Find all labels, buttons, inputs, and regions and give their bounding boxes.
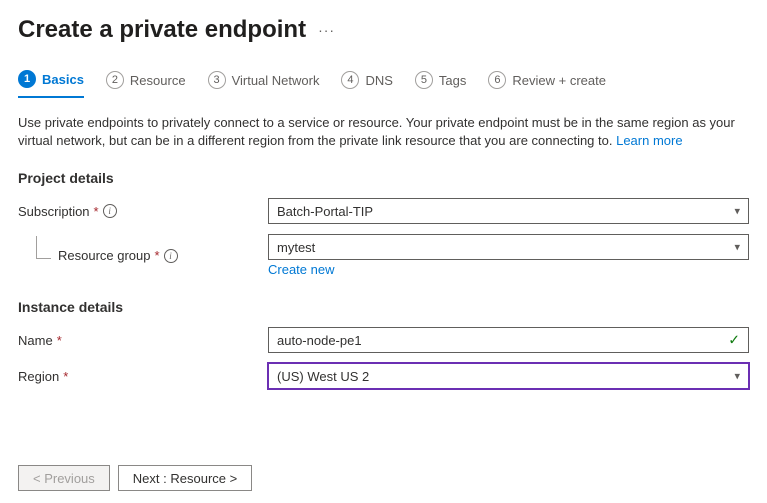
label-text: Subscription (18, 204, 90, 219)
region-select[interactable]: (US) West US 2 ▾ (268, 363, 749, 389)
label-text: Region (18, 369, 59, 384)
name-label: Name * (18, 333, 268, 348)
required-asterisk: * (155, 248, 160, 263)
resource-group-row: Resource group * i mytest ▾ Create new (18, 234, 749, 277)
tab-dns[interactable]: 4 DNS (341, 67, 392, 97)
project-details-section: Project details Subscription * i Batch-P… (18, 170, 749, 277)
tab-label: Basics (42, 72, 84, 87)
learn-more-link[interactable]: Learn more (616, 133, 682, 148)
region-label: Region * (18, 369, 268, 384)
tab-label: Resource (130, 73, 186, 88)
name-input[interactable]: auto-node-pe1 ✓ (268, 327, 749, 353)
create-new-link[interactable]: Create new (268, 262, 334, 277)
chevron-down-icon: ▾ (734, 205, 740, 218)
select-value: mytest (277, 240, 315, 255)
tab-virtual-network[interactable]: 3 Virtual Network (208, 67, 320, 97)
select-value: (US) West US 2 (277, 369, 369, 384)
page-header: Create a private endpoint ··· (18, 16, 749, 44)
tab-label: Tags (439, 73, 466, 88)
step-number: 3 (208, 71, 226, 89)
required-asterisk: * (63, 369, 68, 384)
tab-label: Virtual Network (232, 73, 320, 88)
step-number: 1 (18, 70, 36, 88)
info-icon[interactable]: i (164, 249, 178, 263)
info-icon[interactable]: i (103, 204, 117, 218)
tab-tags[interactable]: 5 Tags (415, 67, 466, 97)
instance-details-section: Instance details Name * auto-node-pe1 ✓ … (18, 299, 749, 389)
label-text: Resource group (58, 248, 151, 263)
more-icon[interactable]: ··· (318, 22, 335, 38)
wizard-tabs: 1 Basics 2 Resource 3 Virtual Network 4 … (18, 66, 749, 98)
previous-button: < Previous (18, 465, 110, 491)
subscription-label: Subscription * i (18, 204, 268, 219)
tab-label: DNS (365, 73, 392, 88)
step-number: 2 (106, 71, 124, 89)
label-text: Name (18, 333, 53, 348)
step-number: 6 (488, 71, 506, 89)
region-row: Region * (US) West US 2 ▾ (18, 363, 749, 389)
required-asterisk: * (94, 204, 99, 219)
next-button[interactable]: Next : Resource > (118, 465, 252, 491)
tab-basics[interactable]: 1 Basics (18, 66, 84, 98)
required-asterisk: * (57, 333, 62, 348)
chevron-down-icon: ▾ (734, 241, 740, 254)
chevron-down-icon: ▾ (734, 370, 740, 383)
select-value: Batch-Portal-TIP (277, 204, 373, 219)
intro-text: Use private endpoints to privately conne… (18, 114, 749, 150)
subscription-select[interactable]: Batch-Portal-TIP ▾ (268, 198, 749, 224)
section-heading: Instance details (18, 299, 749, 315)
subscription-row: Subscription * i Batch-Portal-TIP ▾ (18, 198, 749, 224)
tab-resource[interactable]: 2 Resource (106, 67, 186, 97)
tab-review-create[interactable]: 6 Review + create (488, 67, 606, 97)
page-title: Create a private endpoint (18, 16, 306, 44)
tab-label: Review + create (512, 73, 606, 88)
input-value: auto-node-pe1 (277, 333, 362, 348)
name-row: Name * auto-node-pe1 ✓ (18, 327, 749, 353)
section-heading: Project details (18, 170, 749, 186)
resource-group-label: Resource group * i (18, 248, 268, 263)
wizard-footer: < Previous Next : Resource > (18, 465, 252, 491)
step-number: 4 (341, 71, 359, 89)
step-number: 5 (415, 71, 433, 89)
check-icon: ✓ (728, 332, 740, 349)
resource-group-select[interactable]: mytest ▾ (268, 234, 749, 260)
